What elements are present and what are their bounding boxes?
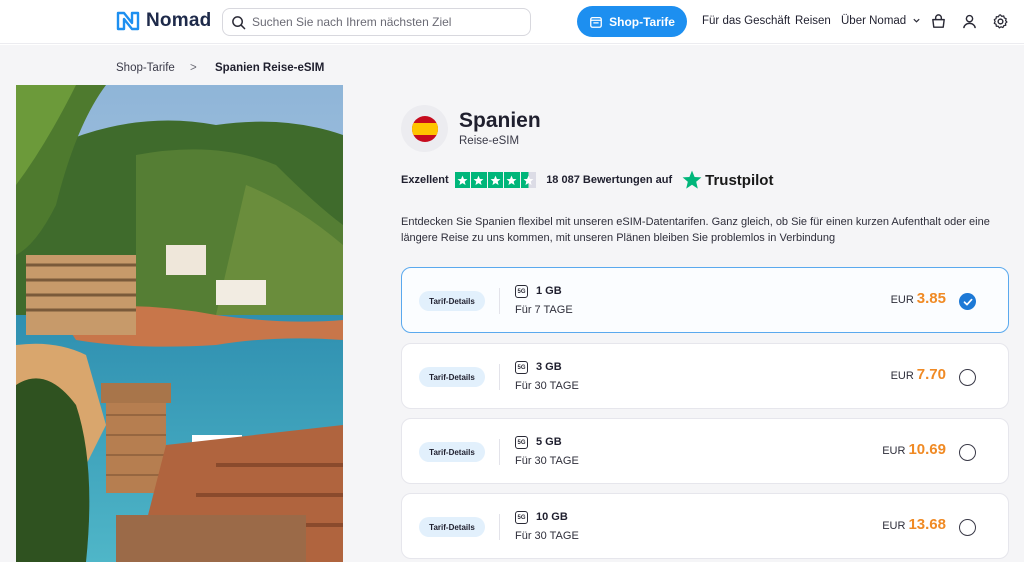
5g-icon: 5G: [515, 511, 528, 524]
breadcrumb-shop[interactable]: Shop-Tarife: [116, 62, 175, 74]
trustpilot-logo[interactable]: Trustpilot: [682, 170, 773, 190]
gear-icon[interactable]: [992, 13, 1009, 30]
nomad-logo-icon: [116, 11, 140, 31]
price-amount: 13.68: [908, 516, 946, 533]
tariff-details-button[interactable]: Tarif-Details: [419, 367, 485, 387]
shop-plans-label: Shop-Tarife: [609, 14, 675, 29]
store-icon: [590, 16, 603, 28]
plan-data-amount: 10 GB: [536, 511, 568, 523]
5g-icon: 5G: [515, 361, 528, 374]
nav-about[interactable]: Über Nomad: [841, 15, 921, 27]
rating-label: Exzellent: [401, 174, 449, 186]
plan-duration: Für 7 TAGE: [515, 304, 573, 316]
tariff-details-button[interactable]: Tarif-Details: [419, 517, 485, 537]
plan-card-3gb[interactable]: Tarif-Details 5G 3 GB Für 30 TAGE EUR 7.…: [401, 343, 1009, 409]
search-box[interactable]: [222, 8, 531, 36]
breadcrumb: Shop-Tarife > Spanien Reise-eSIM: [0, 45, 1024, 85]
plan-card-1gb[interactable]: Tarif-Details 5G 1 GB Für 7 TAGE EUR 3.8…: [401, 267, 1009, 333]
plan-price: EUR 13.68: [882, 516, 946, 533]
plan-price: EUR 3.85: [891, 290, 946, 307]
check-icon: [963, 298, 972, 305]
brand-name: Nomad: [146, 10, 212, 31]
5g-icon: 5G: [515, 436, 528, 449]
search-icon: [232, 15, 246, 29]
plan-card-10gb[interactable]: Tarif-Details 5G 10 GB Für 30 TAGE EUR 1…: [401, 493, 1009, 559]
plan-radio-selected[interactable]: [959, 293, 976, 310]
tariff-details-button[interactable]: Tarif-Details: [419, 442, 485, 462]
star-icon: [454, 172, 471, 188]
plan-radio[interactable]: [959, 369, 976, 386]
price-amount: 7.70: [916, 366, 946, 383]
trustpilot-text: Trustpilot: [705, 171, 774, 189]
nav-about-label: Über Nomad: [841, 15, 907, 27]
plan-data-amount: 1 GB: [536, 285, 562, 297]
country-title: Spanien: [459, 109, 541, 132]
price-currency: EUR: [882, 445, 906, 457]
nomad-logo[interactable]: Nomad: [116, 10, 211, 32]
price-amount: 3.85: [916, 290, 946, 307]
tariff-details-button[interactable]: Tarif-Details: [419, 291, 485, 311]
user-icon[interactable]: [961, 13, 978, 30]
price-currency: EUR: [882, 520, 906, 532]
plan-duration: Für 30 TAGE: [515, 530, 579, 542]
price-currency: EUR: [890, 294, 914, 306]
chevron-down-icon: [913, 19, 921, 24]
plan-radio[interactable]: [959, 519, 976, 536]
spain-flag-badge: [401, 105, 448, 152]
plan-divider: [499, 514, 500, 540]
plan-divider: [499, 439, 500, 465]
plan-divider: [499, 288, 500, 314]
price-currency: EUR: [890, 370, 914, 382]
plan-price: EUR 7.70: [891, 366, 946, 383]
trustpilot-star-icon: [682, 170, 702, 189]
destination-photo: [16, 85, 343, 562]
search-input[interactable]: [252, 15, 522, 29]
star-icon: [504, 172, 520, 188]
plan-duration: Für 30 TAGE: [515, 455, 579, 467]
plan-card-5gb[interactable]: Tarif-Details 5G 5 GB Für 30 TAGE EUR 10…: [401, 418, 1009, 484]
nav-travel[interactable]: Reisen: [795, 15, 831, 27]
half-star-icon: [520, 172, 537, 188]
product-subtitle: Reise-eSIM: [459, 135, 520, 147]
plan-duration: Für 30 TAGE: [515, 380, 579, 392]
spain-flag-icon: [411, 115, 438, 142]
breadcrumb-separator: >: [190, 62, 197, 74]
price-amount: 10.69: [908, 441, 946, 458]
breadcrumb-current: Spanien Reise-eSIM: [215, 62, 325, 74]
rating-stars: [454, 172, 537, 188]
shop-plans-button[interactable]: Shop-Tarife: [577, 6, 687, 37]
star-icon: [471, 172, 487, 188]
plan-divider: [499, 364, 500, 390]
5g-icon: 5G: [515, 285, 528, 298]
plan-data-amount: 3 GB: [536, 361, 562, 373]
star-icon: [487, 172, 504, 188]
nav-business[interactable]: Für das Geschäft: [702, 15, 790, 27]
plan-price: EUR 10.69: [882, 441, 946, 458]
plan-data-amount: 5 GB: [536, 436, 562, 448]
product-description: Entdecken Sie Spanien flexibel mit unser…: [401, 216, 990, 244]
trustpilot-rating[interactable]: Exzellent 18 087 Bewertungen auf Trustpi…: [401, 170, 773, 190]
top-navigation-bar: Nomad Shop-Tarife Für das Geschäft Reise…: [0, 0, 1024, 44]
reviews-count: 18 087 Bewertungen auf: [546, 174, 673, 186]
spain-coast-image: [16, 85, 343, 562]
plan-radio[interactable]: [959, 444, 976, 461]
basket-icon[interactable]: [930, 13, 947, 30]
